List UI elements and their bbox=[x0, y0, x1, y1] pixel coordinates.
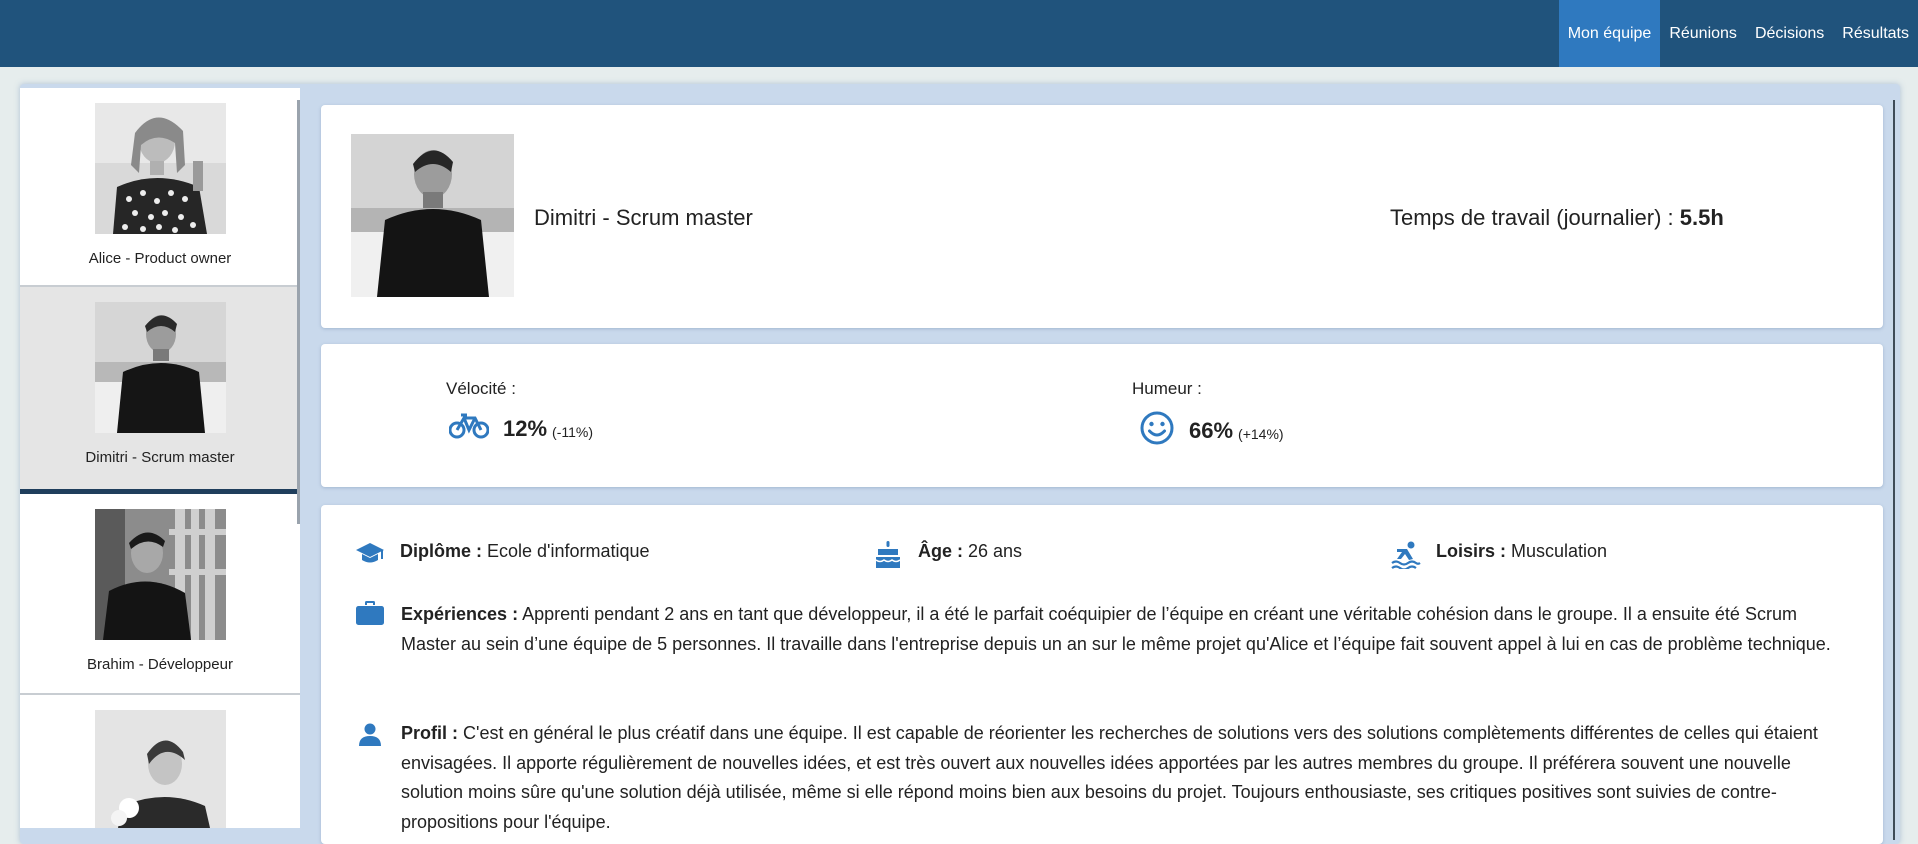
worktime: Temps de travail (journalier) : 5.5h bbox=[1390, 205, 1724, 231]
member-card-alice[interactable]: Alice - Product owner bbox=[20, 88, 300, 287]
smiley-icon bbox=[1139, 410, 1175, 451]
avatar-member-4 bbox=[94, 710, 226, 828]
bicycle-icon bbox=[448, 412, 490, 445]
profile-photo bbox=[351, 134, 514, 297]
mood-delta: (+14%) bbox=[1238, 425, 1284, 442]
experience-text: Apprenti pendant 2 ans en tant que dével… bbox=[401, 604, 1831, 654]
nav-reunions[interactable]: Réunions bbox=[1660, 0, 1746, 67]
velocity-label: Vélocité : bbox=[446, 379, 516, 398]
velocity-metric: 12% (-11%) bbox=[448, 412, 594, 445]
avatar-dimitri bbox=[94, 302, 226, 433]
graduation-cap-icon bbox=[354, 541, 386, 565]
team-sidebar: Alice - Product owner Dimitri - Scrum ma… bbox=[20, 88, 300, 828]
mood-metric: 66% (+14%) bbox=[1139, 410, 1284, 451]
sidebar-scrollbar[interactable] bbox=[297, 100, 300, 524]
mood-value: 66% bbox=[1189, 417, 1234, 443]
diploma-label: Diplôme : bbox=[400, 541, 483, 561]
hobbies-label: Loisirs : bbox=[1436, 541, 1507, 561]
details-card: Diplôme : Ecole d'informatique Âge : 26 … bbox=[321, 505, 1883, 844]
member-name: Brahim - Développeur bbox=[87, 656, 233, 673]
nav-resultats[interactable]: Résultats bbox=[1833, 0, 1918, 67]
profile-paragraph: Profil : C'est en général le plus créati… bbox=[401, 719, 1851, 837]
birthday-cake-icon bbox=[872, 541, 904, 569]
profile-name: Dimitri - Scrum master bbox=[534, 205, 753, 230]
member-card-dimitri[interactable]: Dimitri - Scrum master bbox=[20, 287, 300, 494]
profile-card: Dimitri - Scrum master Temps de travail … bbox=[321, 105, 1883, 328]
avatar-alice bbox=[94, 103, 226, 234]
experience-paragraph: Expériences : Apprenti pendant 2 ans en … bbox=[401, 600, 1851, 659]
main-scrollbar[interactable] bbox=[1893, 100, 1895, 840]
experience-label: Expériences : bbox=[401, 604, 519, 624]
briefcase-icon bbox=[356, 601, 384, 630]
top-navbar: Mon équipe Réunions Décisions Résultats bbox=[0, 0, 1918, 67]
age-value: 26 ans bbox=[968, 541, 1023, 561]
member-card-4[interactable] bbox=[20, 695, 300, 828]
member-name: Alice - Product owner bbox=[88, 250, 232, 267]
mood-label: Humeur : bbox=[1132, 379, 1202, 398]
age-row: Âge : 26 ans bbox=[872, 541, 1022, 569]
worktime-label: Temps de travail (journalier) : bbox=[1390, 205, 1674, 230]
member-card-brahim[interactable]: Brahim - Développeur bbox=[20, 494, 300, 695]
metrics-card: Vélocité : 12% (-11%) Humeur : 66% (+14%… bbox=[321, 344, 1883, 487]
avatar-brahim bbox=[94, 509, 226, 640]
profile-text: C'est en général le plus créatif dans un… bbox=[401, 723, 1818, 832]
diploma-value: Ecole d'informatique bbox=[487, 541, 650, 561]
velocity-delta: (-11%) bbox=[552, 423, 594, 440]
worktime-value: 5.5h bbox=[1679, 205, 1724, 230]
member-name: Dimitri - Scrum master bbox=[85, 449, 235, 466]
nav-decisions[interactable]: Décisions bbox=[1746, 0, 1833, 67]
hobbies-value: Musculation bbox=[1511, 541, 1608, 561]
nav-mon-equipe[interactable]: Mon équipe bbox=[1558, 0, 1661, 67]
swimmer-icon bbox=[1390, 541, 1422, 569]
age-label: Âge : bbox=[918, 541, 963, 561]
diploma-row: Diplôme : Ecole d'informatique bbox=[354, 541, 650, 565]
velocity-value: 12% bbox=[503, 415, 548, 441]
profile-label: Profil : bbox=[401, 723, 458, 743]
hobbies-row: Loisirs : Musculation bbox=[1390, 541, 1607, 569]
user-icon bbox=[358, 723, 382, 752]
